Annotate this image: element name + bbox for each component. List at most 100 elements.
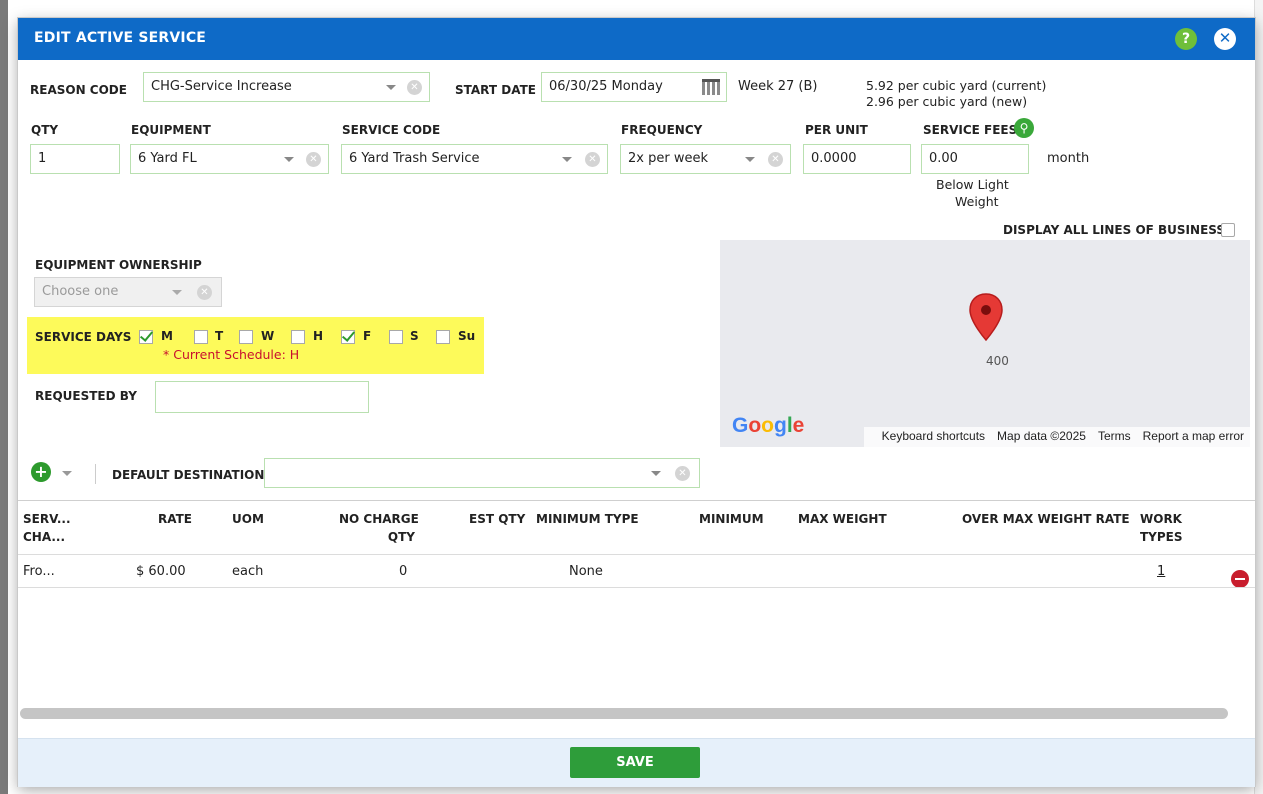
remove-row-icon[interactable] <box>1231 570 1249 588</box>
add-charge-button[interactable]: + <box>31 462 51 482</box>
backdrop-right-edge <box>1254 0 1263 794</box>
equipment-ownership-placeholder: Choose one <box>42 284 119 299</box>
start-date-input[interactable]: 06/30/25 Monday <box>541 72 727 102</box>
service-days-label: SERVICE DAYS <box>35 330 132 344</box>
reason-code-value: CHG-Service Increase <box>151 79 292 94</box>
map-report-error-link[interactable]: Report a map error <box>1143 429 1244 443</box>
search-icon[interactable]: ⚲ <box>1014 118 1034 138</box>
google-logo: Google <box>732 414 805 437</box>
clear-icon[interactable]: ✕ <box>675 466 690 481</box>
day-checkbox-m[interactable] <box>139 330 153 344</box>
service-fees-value: 0.00 <box>929 151 958 166</box>
default-destination-select[interactable]: ✕ <box>264 458 700 488</box>
location-map[interactable]: 400 Google Keyboard shortcuts Map data ©2… <box>720 240 1250 447</box>
column-header-work-types[interactable]: WORK TYPES <box>1140 510 1183 546</box>
start-date-label: START DATE <box>455 83 536 97</box>
service-fees-input[interactable]: 0.00 <box>921 144 1029 174</box>
dialog-footer: SAVE <box>18 738 1255 787</box>
qty-input[interactable]: 1 <box>30 144 120 174</box>
column-header-max-weight[interactable]: MAX WEIGHT <box>798 510 887 528</box>
work-types-link[interactable]: 1 <box>1157 564 1165 579</box>
service-days-section: SERVICE DAYS M T W H F S Su * Current Sc… <box>27 317 484 374</box>
day-checkbox-h[interactable] <box>291 330 305 344</box>
requested-by-label: REQUESTED BY <box>35 389 137 403</box>
chevron-down-icon[interactable] <box>562 157 572 162</box>
day-checkbox-s[interactable] <box>389 330 403 344</box>
equipment-select[interactable]: 6 Yard FL ✕ <box>130 144 329 174</box>
backdrop-left-edge <box>0 0 8 794</box>
day-label-h: H <box>313 329 324 343</box>
frequency-select[interactable]: 2x per week ✕ <box>620 144 791 174</box>
calendar-icon[interactable] <box>702 79 720 95</box>
charges-table: SERV... CHA... RATE UOM NO CHARGE QTY EST … <box>18 500 1255 741</box>
day-checkbox-t[interactable] <box>194 330 208 344</box>
column-header-rate[interactable]: RATE <box>158 510 192 528</box>
clear-icon[interactable]: ✕ <box>197 285 212 300</box>
day-label-f: F <box>363 329 372 343</box>
week-indicator: Week 27 (B) <box>738 79 818 94</box>
dialog-titlebar: EDIT ACTIVE SERVICE ? ✕ <box>18 18 1255 60</box>
day-checkbox-f[interactable] <box>341 330 355 344</box>
column-header-minimum[interactable]: MINIMUM <box>699 510 764 528</box>
equipment-ownership-select[interactable]: Choose one ✕ <box>34 277 222 307</box>
frequency-label: FREQUENCY <box>621 123 703 137</box>
service-fees-note-line1: Below Light <box>936 177 1009 192</box>
clear-icon[interactable]: ✕ <box>585 152 600 167</box>
service-code-select[interactable]: 6 Yard Trash Service ✕ <box>341 144 608 174</box>
horizontal-scrollbar[interactable] <box>20 708 1228 719</box>
map-terms-link[interactable]: Terms <box>1098 429 1131 443</box>
display-all-lob-checkbox[interactable] <box>1221 223 1235 237</box>
reason-code-select[interactable]: CHG-Service Increase ✕ <box>143 72 430 102</box>
map-pin-label: 400 <box>986 354 1009 368</box>
chevron-down-icon[interactable] <box>386 85 396 90</box>
frequency-value: 2x per week <box>628 151 708 166</box>
default-destination-label: DEFAULT DESTINATION <box>112 468 265 482</box>
column-header-est-qty[interactable]: EST QTY <box>469 510 525 528</box>
map-pin-icon[interactable] <box>968 292 1004 342</box>
column-header-no-charge-qty[interactable]: NO CHARGE QTY <box>339 510 419 546</box>
day-checkbox-su[interactable] <box>436 330 450 344</box>
chevron-down-icon[interactable] <box>651 471 661 476</box>
help-icon[interactable]: ? <box>1175 28 1197 50</box>
header-row-divider <box>18 554 1255 555</box>
map-keyboard-shortcuts-link[interactable]: Keyboard shortcuts <box>882 429 985 443</box>
day-label-s: S <box>410 329 419 343</box>
day-label-su: Su <box>458 329 476 343</box>
per-unit-input[interactable]: 0.0000 <box>803 144 911 174</box>
column-header-service-charge[interactable]: SERV... CHA... <box>23 510 71 546</box>
edit-active-service-dialog: EDIT ACTIVE SERVICE ? ✕ REASON CODE CHG-… <box>18 18 1255 787</box>
cell-minimum-type: None <box>569 564 603 579</box>
reason-code-label: REASON CODE <box>30 83 127 97</box>
clear-icon[interactable]: ✕ <box>407 80 422 95</box>
toolbar-divider <box>95 464 96 484</box>
column-header-minimum-type[interactable]: MINIMUM TYPE <box>536 510 639 528</box>
service-fees-period: month <box>1047 151 1090 166</box>
day-checkbox-w[interactable] <box>239 330 253 344</box>
column-header-uom[interactable]: UOM <box>232 510 264 528</box>
clear-icon[interactable]: ✕ <box>768 152 783 167</box>
rate-current: 5.92 per cubic yard (current) <box>866 78 1047 93</box>
service-fees-note-line2: Weight <box>955 194 999 209</box>
display-all-lob-label: DISPLAY ALL LINES OF BUSINESS <box>1003 223 1226 237</box>
close-icon[interactable]: ✕ <box>1214 28 1236 50</box>
start-date-value: 06/30/25 Monday <box>549 79 663 94</box>
chevron-down-icon[interactable] <box>745 157 755 162</box>
cell-rate: $ 60.00 <box>136 564 186 579</box>
dialog-title: EDIT ACTIVE SERVICE <box>34 30 207 46</box>
day-label-m: M <box>161 329 173 343</box>
service-fees-label: SERVICE FEES <box>923 123 1018 137</box>
chevron-down-icon[interactable] <box>172 290 182 295</box>
rate-new: 2.96 per cubic yard (new) <box>866 94 1028 109</box>
service-code-label: SERVICE CODE <box>342 123 441 137</box>
requested-by-input[interactable] <box>155 381 369 413</box>
current-schedule-note: * Current Schedule: H <box>163 347 300 362</box>
map-attribution: Keyboard shortcuts Map data ©2025 Terms Rep… <box>863 427 1250 447</box>
qty-label: QTY <box>31 123 59 137</box>
service-code-value: 6 Yard Trash Service <box>349 151 480 166</box>
qty-value: 1 <box>38 151 47 166</box>
column-header-over-max-weight-rate[interactable]: OVER MAX WEIGHT RATE <box>962 510 1130 528</box>
clear-icon[interactable]: ✕ <box>306 152 321 167</box>
chevron-down-icon[interactable] <box>284 157 294 162</box>
add-menu-chevron-icon[interactable] <box>62 471 72 476</box>
save-button[interactable]: SAVE <box>570 747 700 778</box>
